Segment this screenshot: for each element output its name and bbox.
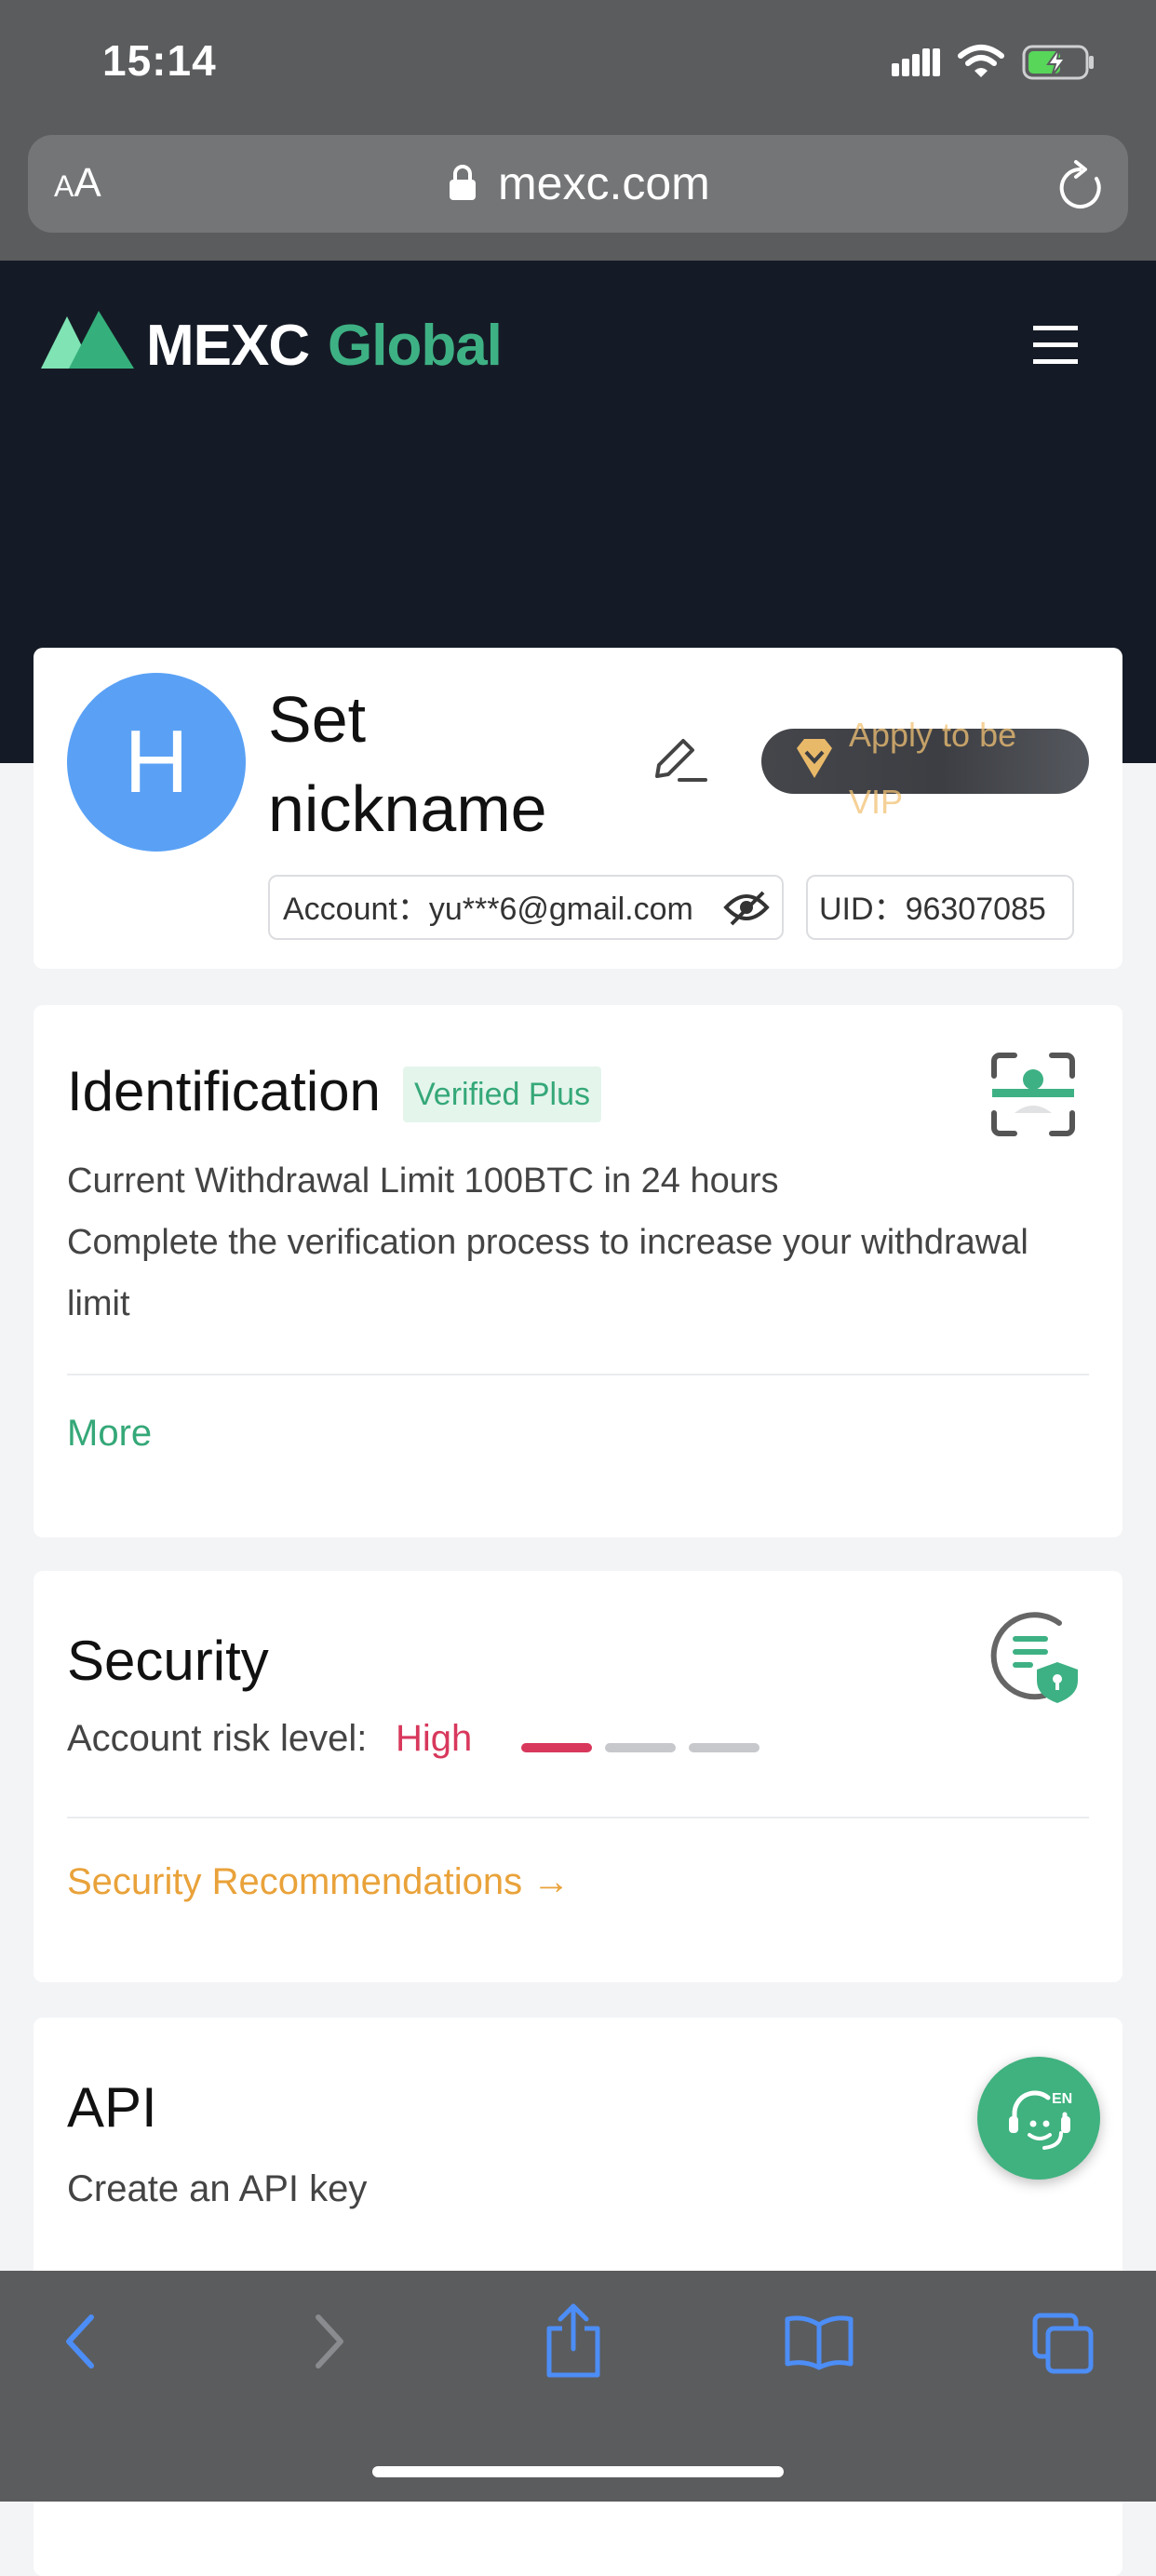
hamburger-menu-icon[interactable] [1033, 326, 1078, 365]
chat-language-badge: EN [1052, 2091, 1072, 2107]
bookmarks-book-icon[interactable] [784, 2315, 854, 2370]
security-title: Security [67, 1630, 269, 1692]
eye-hidden-icon[interactable] [723, 891, 770, 926]
security-recommendations-link[interactable]: Security Recommendations → [67, 1861, 570, 1903]
face-scan-icon [991, 1053, 1075, 1136]
more-link[interactable]: More [67, 1413, 152, 1455]
risk-meter-segment-3 [689, 1743, 759, 1752]
mexc-logo-icon[interactable] [41, 311, 134, 369]
reload-icon[interactable] [1059, 160, 1104, 210]
headset-support-icon: EN [1009, 2090, 1072, 2150]
uid-label: UID： [819, 892, 906, 927]
lock-icon [450, 165, 476, 200]
account-value: yu***6@gmail.com [428, 892, 693, 927]
tabs-icon[interactable] [1031, 2312, 1095, 2375]
account-label: Account： [283, 892, 429, 927]
identification-description: Current Withdrawal Limit 100BTC in 24 ho… [67, 1150, 1044, 1335]
divider [67, 1374, 1089, 1375]
identification-title: Identification [67, 1060, 381, 1122]
uid-value: 96307085 [905, 892, 1046, 927]
logo-wordmark-suffix: Global [328, 314, 503, 378]
uid-pill[interactable]: UID：96307085 [806, 875, 1074, 940]
battery-charging-icon [1022, 45, 1094, 80]
forward-arrow-icon[interactable] [313, 2314, 346, 2369]
api-description: Create an API key [67, 2168, 368, 2209]
text-size-button[interactable]: AA [54, 160, 101, 207]
back-arrow-icon[interactable] [63, 2314, 97, 2369]
verification-hint-text: Complete the verification process to inc… [67, 1223, 1028, 1323]
account-pill: Account：yu***6@gmail.com [268, 875, 784, 940]
logo-wordmark: MEXC [146, 314, 310, 378]
risk-meter-segment-2 [605, 1743, 676, 1752]
risk-level-label: Account risk level: [67, 1718, 368, 1759]
apply-vip-label: Apply to be VIP [849, 716, 1017, 821]
risk-level-value: High [396, 1718, 473, 1759]
divider [67, 1817, 1089, 1818]
verification-status-badge: Verified Plus [403, 1067, 601, 1122]
security-shield-icon [990, 1612, 1078, 1703]
cellular-signal-icon [892, 48, 940, 76]
diamond-icon [797, 739, 832, 778]
edit-pencil-icon[interactable] [652, 735, 707, 787]
risk-meter-segment-1 [521, 1743, 592, 1752]
api-title: API [67, 2076, 157, 2139]
home-indicator[interactable] [372, 2466, 784, 2477]
nickname-label[interactable]: Set nickname [268, 675, 622, 853]
avatar: H [67, 673, 246, 852]
wifi-icon [958, 45, 1004, 77]
status-time: 15:14 [102, 36, 217, 85]
share-icon[interactable] [544, 2302, 603, 2379]
withdrawal-limit-text: Current Withdrawal Limit 100BTC in 24 ho… [67, 1161, 779, 1201]
url-text: mexc.com [498, 157, 710, 209]
